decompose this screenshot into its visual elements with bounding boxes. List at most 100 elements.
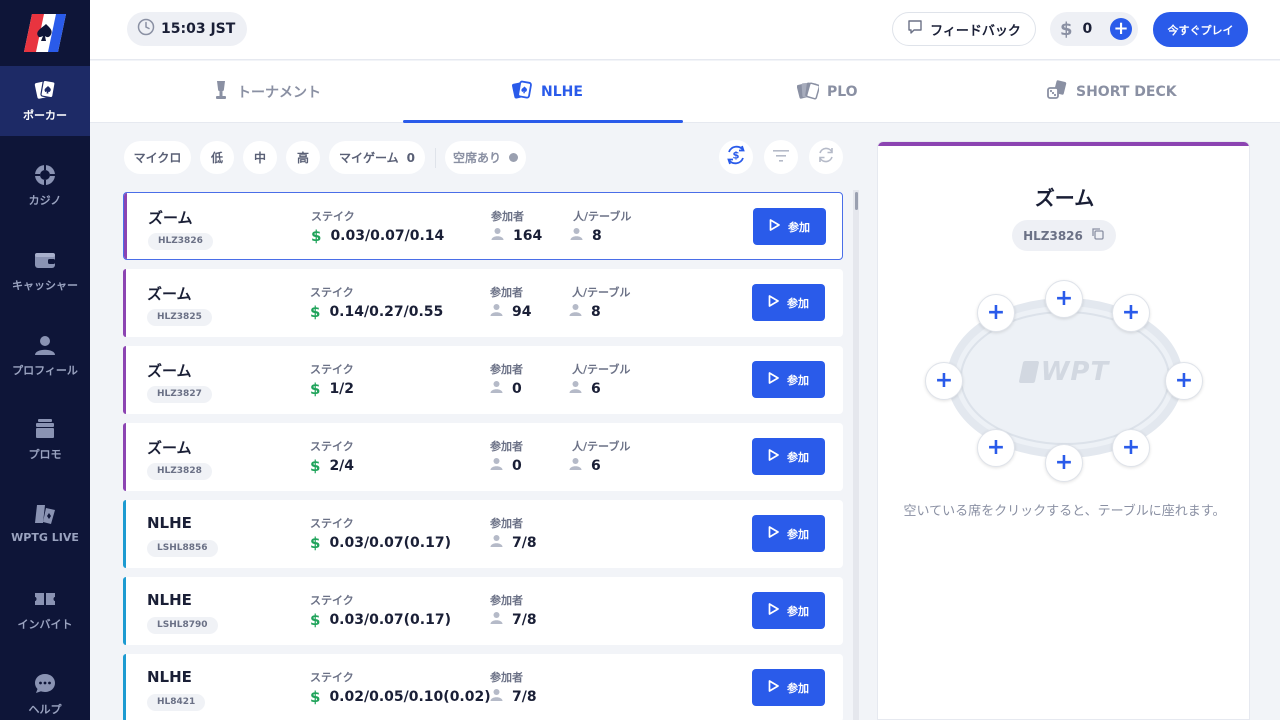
table-row[interactable]: ズーム HLZ3827 ステイク $1/2 参加者 0 人/テーブル 6 参加	[123, 346, 843, 414]
sort-button[interactable]	[764, 140, 798, 174]
play-now-button[interactable]: 今すぐプレイ	[1153, 12, 1248, 47]
per-table-value: 6	[569, 457, 601, 474]
seat-8[interactable]: +	[977, 294, 1015, 332]
table-code-badge[interactable]: HLZ3826	[1012, 220, 1116, 251]
filter-low[interactable]: 低	[200, 141, 234, 174]
plus-icon: +	[986, 435, 1006, 460]
seat-1[interactable]: +	[1045, 280, 1083, 318]
sidebar-item-help[interactable]: ヘルプ	[0, 660, 90, 720]
sidebar-item-label: カジノ	[28, 194, 62, 207]
seat-4[interactable]: +	[1112, 429, 1150, 467]
row-type-bar	[123, 577, 126, 645]
filter-label: マイゲーム	[339, 151, 399, 165]
table-row[interactable]: NLHE LSHL8790 ステイク $0.03/0.07(0.17) 参加者 7/8 参加	[123, 577, 843, 645]
tab-short-deck[interactable]: SHORT DECK	[1046, 61, 1177, 123]
seat-6[interactable]: +	[977, 429, 1015, 467]
per-table-count: 6	[591, 380, 601, 397]
tab-tournament[interactable]: トーナメント	[213, 61, 321, 123]
join-button[interactable]: 参加	[752, 669, 825, 706]
stake-amount: 0.14/0.27/0.55	[329, 304, 444, 320]
scrollbar-thumb[interactable]	[855, 192, 858, 210]
sidebar-item-wptg-live[interactable]: WPTG LIVE	[0, 490, 90, 560]
table-code: HLZ3828	[147, 463, 212, 480]
stake-value: $0.03/0.07(0.17)	[310, 611, 451, 629]
tab-label: PLO	[827, 84, 858, 100]
filter-high[interactable]: 高	[286, 141, 320, 174]
seat-3[interactable]: +	[1165, 362, 1203, 400]
table-row[interactable]: NLHE LSHL8856 ステイク $0.03/0.07(0.17) 参加者 7/8 参加	[123, 500, 843, 568]
table-name: ズーム	[147, 439, 192, 457]
ticket-icon	[33, 587, 57, 611]
join-button[interactable]: 参加	[752, 592, 825, 629]
seat-5[interactable]: +	[1045, 444, 1083, 482]
per-table-count: 8	[591, 303, 601, 320]
seat-7[interactable]: +	[925, 362, 963, 400]
players-label: 参加者	[490, 517, 523, 530]
filter-micro[interactable]: マイクロ	[124, 141, 191, 174]
stake-label: ステイク	[310, 363, 354, 376]
table-row[interactable]: ズーム HLZ3828 ステイク $2/4 参加者 0 人/テーブル 6 参加	[123, 423, 843, 491]
filter-seats-available[interactable]: 空席あり	[445, 141, 526, 174]
refresh-button[interactable]	[809, 140, 843, 174]
copy-icon[interactable]	[1091, 227, 1105, 244]
plus-icon: +	[1054, 286, 1074, 311]
tab-nlhe[interactable]: NLHE	[511, 61, 583, 123]
stake-value: $1/2	[310, 380, 354, 398]
sidebar-item-poker[interactable]: ポーカー	[0, 66, 90, 136]
table-row[interactable]: NLHE HL8421 ステイク $0.02/0.05/0.10(0.02) 参加者 7/…	[123, 654, 843, 720]
filter-mid[interactable]: 中	[243, 141, 277, 174]
sidebar-item-casino[interactable]: カジノ	[0, 151, 90, 221]
players-count: 7/8	[512, 534, 537, 551]
sidebar-item-label: ヘルプ	[28, 703, 62, 716]
play-icon	[768, 372, 779, 387]
casino-chip-icon	[33, 163, 57, 187]
per-table-label: 人/テーブル	[573, 210, 632, 223]
dollar-icon: $	[310, 688, 321, 706]
list-scrollbar[interactable]	[853, 190, 859, 720]
tab-label: NLHE	[541, 84, 583, 100]
sort-lines-icon	[772, 148, 790, 167]
players-label: 参加者	[490, 363, 523, 376]
chat-help-icon	[33, 672, 57, 696]
join-button[interactable]: 参加	[753, 208, 826, 245]
panel-title: ズーム	[1034, 186, 1095, 210]
join-button[interactable]: 参加	[752, 438, 825, 475]
sidebar-item-cashier[interactable]: キャッシャー	[0, 236, 90, 306]
seat-2[interactable]: +	[1112, 294, 1150, 332]
sidebar-item-profile[interactable]: プロフィール	[0, 321, 90, 391]
sidebar-item-label: プロモ	[28, 448, 62, 461]
feedback-button[interactable]: フィードバック	[892, 12, 1036, 46]
join-button[interactable]: 参加	[752, 284, 825, 321]
sidebar-item-label: キャッシャー	[12, 279, 78, 292]
currency-switch-button[interactable]: $	[719, 140, 753, 174]
app-logo[interactable]	[22, 12, 68, 54]
stake-amount: 0.03/0.07/0.14	[330, 228, 445, 244]
stake-label: ステイク	[310, 671, 354, 684]
table-row[interactable]: ズーム HLZ3825 ステイク $0.14/0.27/0.55 参加者 94 人/テーブル…	[123, 269, 843, 337]
stake-value: $2/4	[310, 457, 354, 475]
feedback-label: フィードバック	[930, 23, 1021, 39]
wpt-logo: WPT	[940, 357, 1190, 387]
row-type-bar	[123, 500, 126, 568]
seat-hint-text: 空いている席をクリックすると、テーブルに座れます。	[903, 504, 1226, 519]
table-code: HLZ3825	[147, 309, 212, 326]
filter-label: 低	[210, 151, 223, 165]
add-funds-button[interactable]: +	[1110, 18, 1132, 40]
per-table-value: 8	[570, 227, 602, 244]
table-name: ズーム	[147, 362, 192, 380]
join-button[interactable]: 参加	[752, 361, 825, 398]
join-button[interactable]: 参加	[752, 515, 825, 552]
table-code: HLZ3826	[148, 233, 213, 250]
sidebar-item-invite[interactable]: インバイト	[0, 575, 90, 645]
table-row[interactable]: ズーム HLZ3826 ステイク $0.03/0.07/0.14 参加者 164 人/テーブ…	[123, 192, 843, 260]
tab-label: SHORT DECK	[1076, 84, 1177, 100]
filter-my-games[interactable]: マイゲーム 0	[329, 141, 425, 174]
table-name: ズーム	[147, 285, 192, 303]
join-label: 参加	[787, 373, 809, 387]
wpt-logo-text: WPT	[1040, 357, 1110, 387]
person-icon	[490, 457, 503, 474]
players-value: 164	[491, 227, 542, 244]
tab-plo[interactable]: PLO	[796, 61, 858, 123]
dice-cards-icon	[1046, 80, 1068, 104]
sidebar-item-promo[interactable]: プロモ	[0, 405, 90, 475]
